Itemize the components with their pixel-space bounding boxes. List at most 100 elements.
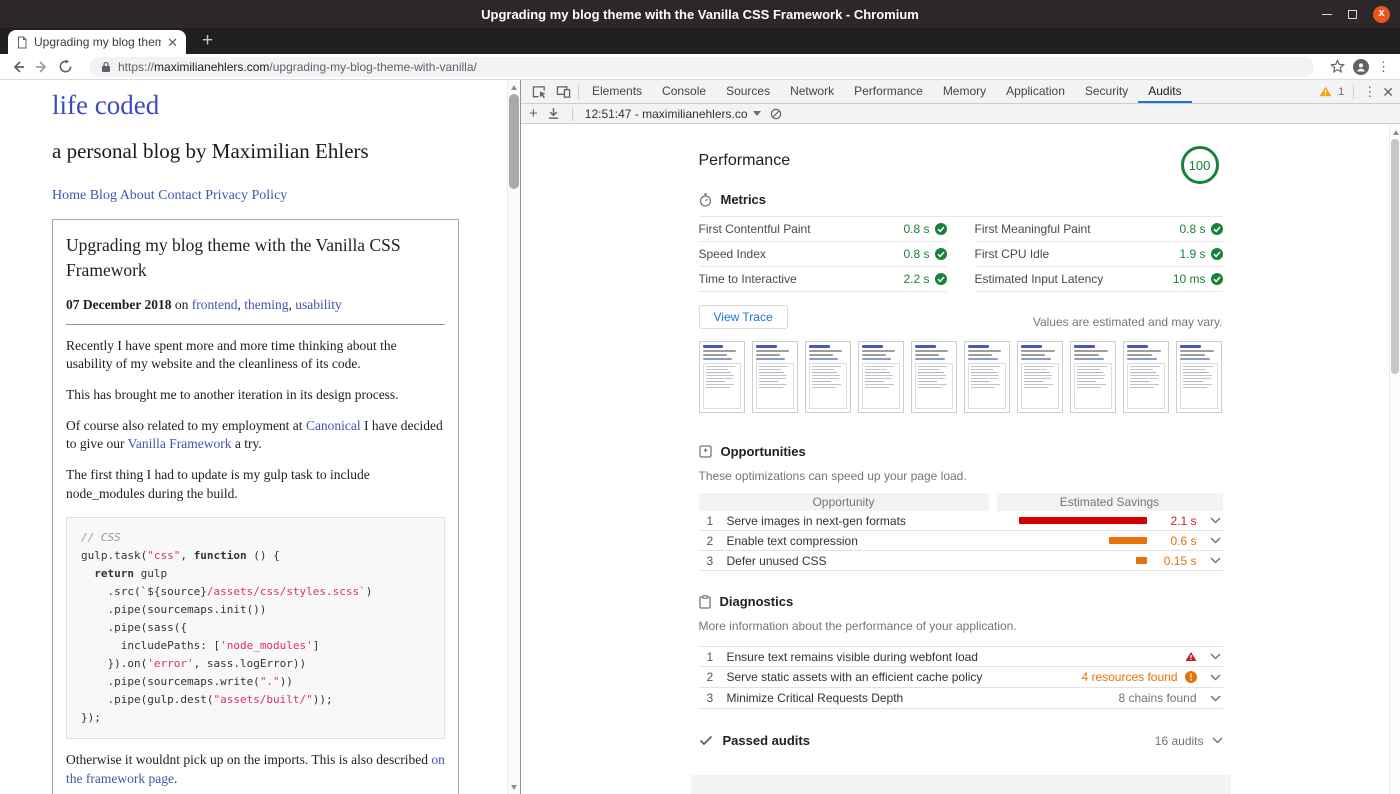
thumb-line [968, 350, 1001, 352]
browser-menu-icon[interactable]: ⋮ [1377, 60, 1390, 73]
pass-check-icon [935, 273, 947, 285]
devtools-tab-application[interactable]: Application [996, 80, 1075, 103]
dropdown-caret-icon [753, 111, 761, 116]
url-bar[interactable]: https://maximilianehlers.com/upgrading-m… [89, 57, 1314, 77]
thumb-title-line [862, 345, 883, 348]
thumb-line [1180, 358, 1210, 360]
forward-button[interactable] [34, 59, 50, 75]
page-scrollbar[interactable] [507, 80, 520, 794]
scroll-down-icon[interactable] [508, 781, 520, 793]
performance-score[interactable]: 100 [1181, 146, 1219, 184]
restore-icon[interactable] [1348, 10, 1357, 19]
inline-link[interactable]: Canonical [306, 418, 361, 433]
pass-check-icon [1211, 223, 1223, 235]
expand-chevron[interactable] [1197, 695, 1223, 702]
opportunity-row[interactable]: 1Serve images in next-gen formats2.1 s [699, 511, 1223, 531]
profile-avatar[interactable] [1353, 59, 1369, 75]
devtools-tab-memory[interactable]: Memory [933, 80, 996, 103]
close-window-icon[interactable]: x [1373, 6, 1390, 23]
diagnostic-row[interactable]: 2Serve static assets with an efficient c… [699, 667, 1223, 688]
devtools-menu-icon[interactable]: ⋮ [1363, 85, 1376, 98]
metric-value-text: 2.2 s [903, 272, 929, 286]
devtools-tab-security[interactable]: Security [1075, 80, 1138, 103]
site-title[interactable]: life coded [52, 90, 507, 121]
column-opportunity: Opportunity [699, 493, 989, 511]
tag-link-theming[interactable]: theming [244, 297, 288, 312]
devtools-close-icon[interactable]: ✕ [1382, 85, 1394, 99]
download-report-icon[interactable] [547, 107, 560, 120]
check-icon [699, 735, 713, 746]
inspect-element-icon[interactable] [527, 80, 551, 103]
scroll-up-icon[interactable] [508, 81, 520, 93]
minimize-icon[interactable] [1322, 14, 1332, 15]
view-trace-button[interactable]: View Trace [699, 305, 788, 329]
devtools-tab-network[interactable]: Network [780, 80, 844, 103]
inline-link[interactable]: on the framework page [66, 752, 445, 786]
metric-label: First Meaningful Paint [975, 222, 1091, 236]
expand-chevron[interactable] [1197, 517, 1223, 524]
nav-link-blog[interactable]: Blog [90, 188, 117, 203]
screenshot-thumbnail [911, 341, 957, 413]
tag-link-usability[interactable]: usability [295, 297, 342, 312]
metric-row: Speed Index0.8 s [699, 242, 947, 267]
expand-chevron[interactable] [1197, 653, 1223, 660]
code-token: .pipe(sass({ [81, 621, 187, 634]
thumb-line [1180, 354, 1204, 356]
nav-link-privacy-policy[interactable]: Privacy Policy [205, 188, 287, 203]
chevron-down-icon[interactable] [1210, 537, 1221, 544]
diagnostic-row[interactable]: 3Minimize Critical Requests Depth8 chain… [699, 688, 1223, 709]
inline-link[interactable]: Vanilla Framework [128, 436, 232, 451]
diagnostic-row[interactable]: 1Ensure text remains visible during webf… [699, 646, 1223, 667]
code-token: )) [280, 675, 293, 688]
nav-link-home[interactable]: Home [52, 188, 86, 203]
nav-link-contact[interactable]: Contact [158, 188, 202, 203]
chevron-down-icon[interactable] [1210, 674, 1221, 681]
tag-link-frontend[interactable]: frontend [192, 297, 238, 312]
expand-chevron[interactable] [1197, 537, 1223, 544]
passed-audits-row[interactable]: Passed audits 16 audits [699, 733, 1223, 748]
thumb-line [809, 358, 839, 360]
new-tab-button[interactable]: + [202, 31, 213, 50]
metric-value-text: 10 ms [1173, 272, 1206, 286]
chevron-down-icon[interactable] [1210, 653, 1221, 660]
devtools-scrollbar[interactable] [1389, 125, 1400, 794]
diagnostic-label: Serve static assets with an efficient ca… [727, 670, 1082, 684]
browser-tab[interactable]: Upgrading my blog theme ✕ [8, 30, 186, 54]
bookmark-star-icon[interactable] [1330, 59, 1345, 74]
thumb-title-line [809, 345, 830, 348]
page-scrollbar-thumb[interactable] [509, 94, 519, 189]
thumb-article-box [1021, 363, 1059, 409]
devtools-tab-performance[interactable]: Performance [844, 80, 933, 103]
device-toolbar-icon[interactable] [551, 80, 575, 103]
warning-count[interactable]: 1 [1338, 86, 1344, 98]
chevron-down-icon[interactable] [1210, 695, 1221, 702]
devtools-tabs: ElementsConsoleSourcesNetworkPerformance… [582, 80, 1192, 103]
metric-value-text: 0.8 s [1179, 222, 1205, 236]
devtools-tab-elements[interactable]: Elements [582, 80, 652, 103]
devtools-scroll-up-icon[interactable] [1390, 126, 1400, 138]
tab-close-icon[interactable]: ✕ [167, 36, 178, 49]
reload-button[interactable] [58, 59, 73, 74]
devtools-tab-console[interactable]: Console [652, 80, 716, 103]
devtools-tab-audits[interactable]: Audits [1138, 80, 1191, 103]
warning-triangle-icon[interactable] [1319, 86, 1332, 97]
chevron-down-icon[interactable] [1210, 557, 1221, 564]
expand-chevron[interactable] [1197, 557, 1223, 564]
paragraph-3: Of course also related to my employment … [66, 417, 445, 454]
nav-link-about[interactable]: About [120, 188, 155, 203]
devtools-scrollbar-thumb[interactable] [1391, 139, 1399, 374]
clear-audits-icon[interactable] [770, 108, 782, 120]
opportunities-table-header: Opportunity Estimated Savings [699, 493, 1223, 511]
report-select[interactable]: 12:51:47 - maximilianehlers.co [585, 107, 761, 121]
chevron-down-icon[interactable] [1210, 517, 1221, 524]
new-audit-icon[interactable]: + [529, 106, 538, 121]
audits-toolbar: + 12:51:47 - maximilianehlers.co [521, 104, 1400, 124]
expand-chevron[interactable] [1197, 674, 1223, 681]
chevron-down-icon[interactable] [1212, 737, 1223, 744]
back-button[interactable] [10, 59, 26, 75]
devtools-tab-sources[interactable]: Sources [716, 80, 780, 103]
opportunity-row[interactable]: 2Enable text compression0.6 s [699, 531, 1223, 551]
screenshot-filmstrip [699, 341, 1223, 413]
code-token: , [180, 549, 193, 562]
opportunity-row[interactable]: 3Defer unused CSS0.15 s [699, 551, 1223, 571]
